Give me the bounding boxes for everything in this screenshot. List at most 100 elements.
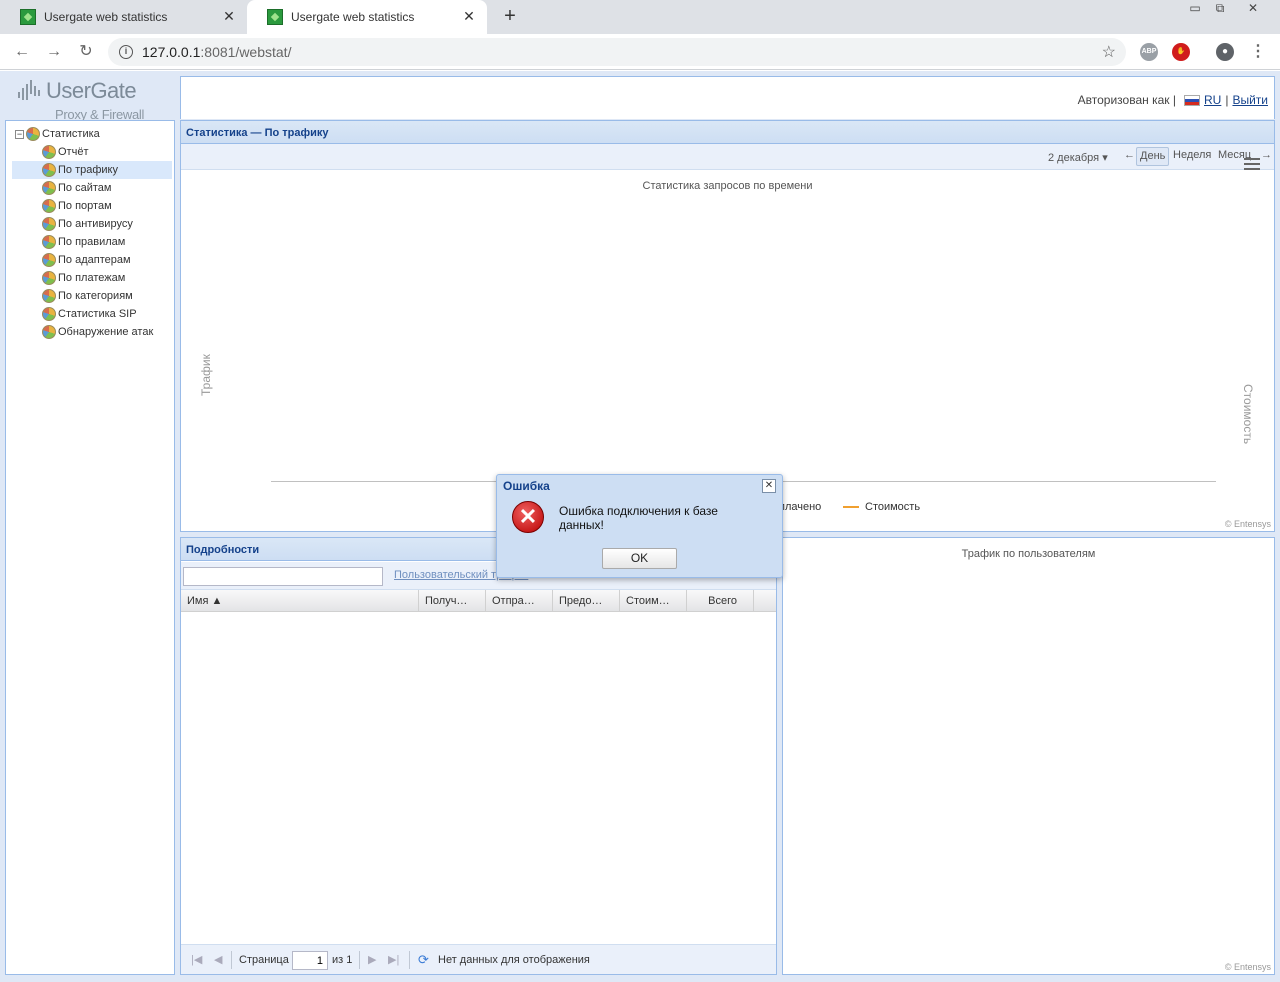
tree-root-label: Статистика [42,128,100,140]
first-page-icon[interactable]: |◀ [191,953,202,966]
usergate-logo: UserGate Proxy & Firewall [18,78,158,122]
column-header-total[interactable]: Всего [687,590,754,612]
users-chart-title: Трафик по пользователям [961,548,1096,560]
stop-extension-icon[interactable]: ✋ [1172,43,1190,61]
details-pager: |◀ ◀ Страница из 1 ▶ ▶| ⟳ Нет данных для… [181,944,776,974]
language-link[interactable]: RU [1204,93,1221,107]
error-icon: ✕ [512,501,544,533]
report-pie-icon [42,199,56,213]
report-pie-icon [42,181,56,195]
sidebar-item[interactable]: Отчёт [12,143,172,161]
page-number-input[interactable] [292,951,328,970]
logout-link[interactable]: Выйти [1232,93,1268,107]
report-pie-icon [42,271,56,285]
collapse-toggle-icon[interactable]: − [15,129,24,139]
auth-info: Авторизован как | RU | Выйти [1078,93,1268,107]
legend-swatch-cost [843,506,859,508]
report-pie-icon [42,235,56,249]
refresh-icon[interactable]: ⟳ [418,952,429,968]
sidebar-item[interactable]: По категориям [12,287,172,305]
adblock-extension-icon[interactable]: ABP [1140,43,1158,61]
credit-text: © Entensys [1224,519,1271,529]
details-panel: Подробности Пользовательский трафик Имя … [180,537,777,975]
sidebar-item[interactable]: По правилам [12,233,172,251]
tab-title: Usergate web statistics [44,10,168,24]
chart-pie-icon [26,127,40,141]
error-dialog: Ошибка ✕ ✕ Ошибка подключения к базе дан… [496,474,783,578]
browser-tab-1[interactable]: Usergate web statistics ✕ [0,0,247,34]
ok-button[interactable]: OK [602,548,677,569]
window-close-icon[interactable]: ✕ [1242,0,1264,18]
profile-avatar-icon[interactable]: ● [1216,43,1234,61]
back-icon[interactable]: ← [12,42,32,62]
report-pie-icon [42,145,56,159]
logo-signal-icon [18,80,40,100]
column-header-name[interactable]: Имя ▲ [181,590,419,612]
russian-flag-icon [1184,94,1200,106]
sidebar-item[interactable]: По портам [12,197,172,215]
column-header-cost[interactable]: Стоим… [620,590,687,612]
y-axis-right-label: Стоимость [1241,384,1255,445]
dialog-body: ✕ Ошибка подключения к базе данных! OK [501,497,778,573]
next-page-icon[interactable]: ▶ [368,953,376,966]
report-pie-icon [42,289,56,303]
browser-menu-icon[interactable]: ⋮ [1248,42,1268,62]
chart-title: Статистика запросов по времени [642,180,813,192]
tree-root-statistics[interactable]: − Статистика [12,125,172,143]
legend-item-paid[interactable]: плачено [779,501,821,513]
pager-page-label: Страница [239,954,289,966]
reload-icon[interactable]: ↻ [76,42,96,62]
last-page-icon[interactable]: ▶| [388,953,399,966]
sidebar-item[interactable]: По антивирусу [12,215,172,233]
period-toolbar: 2 декабря ▾ ← День Неделя Месяц → [181,144,1274,170]
restore-icon[interactable]: ⧉ [1209,0,1231,18]
dialog-close-icon[interactable]: ✕ [762,479,776,493]
new-tab-button[interactable]: + [500,5,520,28]
users-traffic-panel: Трафик по пользователям © Entensys [782,537,1275,975]
legend-label-cost: Стоимость [865,501,921,513]
tab-close-icon[interactable]: ✕ [221,8,237,24]
period-week-button[interactable]: Неделя [1170,147,1214,166]
address-bar[interactable]: i 127.0.0.1:8081/webstat/ ☆ [108,38,1126,66]
legend-item-cost[interactable]: Стоимость [843,501,920,513]
sidebar-item-label: По платежам [58,272,126,284]
sidebar-item-label: По антивирусу [58,218,133,230]
chart-menu-icon[interactable] [1244,158,1260,172]
browser-tabstrip: Usergate web statistics ✕ Usergate web s… [0,0,1280,34]
date-picker[interactable]: 2 декабря ▾ [1048,151,1108,164]
column-header-sent[interactable]: Отпра… [486,590,553,612]
column-header-provided[interactable]: Предо… [553,590,620,612]
usergate-favicon-icon [267,9,283,25]
sidebar-item[interactable]: Статистика SIP [12,305,172,323]
sidebar-item-label: По трафику [58,164,118,176]
y-axis-left-label: Трафик [199,354,213,396]
header-bar: Авторизован как | RU | Выйти [180,76,1275,119]
sidebar-item[interactable]: По платежам [12,269,172,287]
sidebar-item[interactable]: По трафику [12,161,172,179]
forward-icon[interactable]: → [44,42,64,62]
browser-tab-2-active[interactable]: Usergate web statistics ✕ [247,0,487,34]
bookmark-star-icon[interactable]: ☆ [1102,42,1116,62]
navigation-tree: − Статистика Отчёт По трафику По сайтам По … [12,125,172,341]
sidebar-item[interactable]: По адаптерам [12,251,172,269]
sidebar-item-label: По правилам [58,236,126,248]
prev-page-icon[interactable]: ◀ [214,953,222,966]
sidebar-item-label: По сайтам [58,182,112,194]
sidebar-item-label: Обнаружение атак [58,326,154,338]
column-header-received[interactable]: Получ… [419,590,486,612]
site-info-icon[interactable]: i [119,45,133,59]
sidebar-item-label: По адаптерам [58,254,131,266]
next-period-icon[interactable]: → [1258,147,1275,166]
period-day-button[interactable]: День [1136,147,1170,166]
usergate-favicon-icon [20,9,36,25]
tab-close-icon[interactable]: ✕ [461,8,477,24]
report-pie-icon [42,217,56,231]
pager-of-label: из 1 [332,954,353,966]
sidebar-item[interactable]: По сайтам [12,179,172,197]
sidebar-item-label: Статистика SIP [58,308,137,320]
details-search-input[interactable] [183,567,383,586]
minimize-icon[interactable]: ▭ [1184,0,1206,18]
separator: | [1225,93,1229,107]
sidebar-item[interactable]: Обнаружение атак [12,323,172,341]
details-grid-header: Имя ▲ Получ… Отпра… Предо… Стоим… Всего [181,590,776,612]
